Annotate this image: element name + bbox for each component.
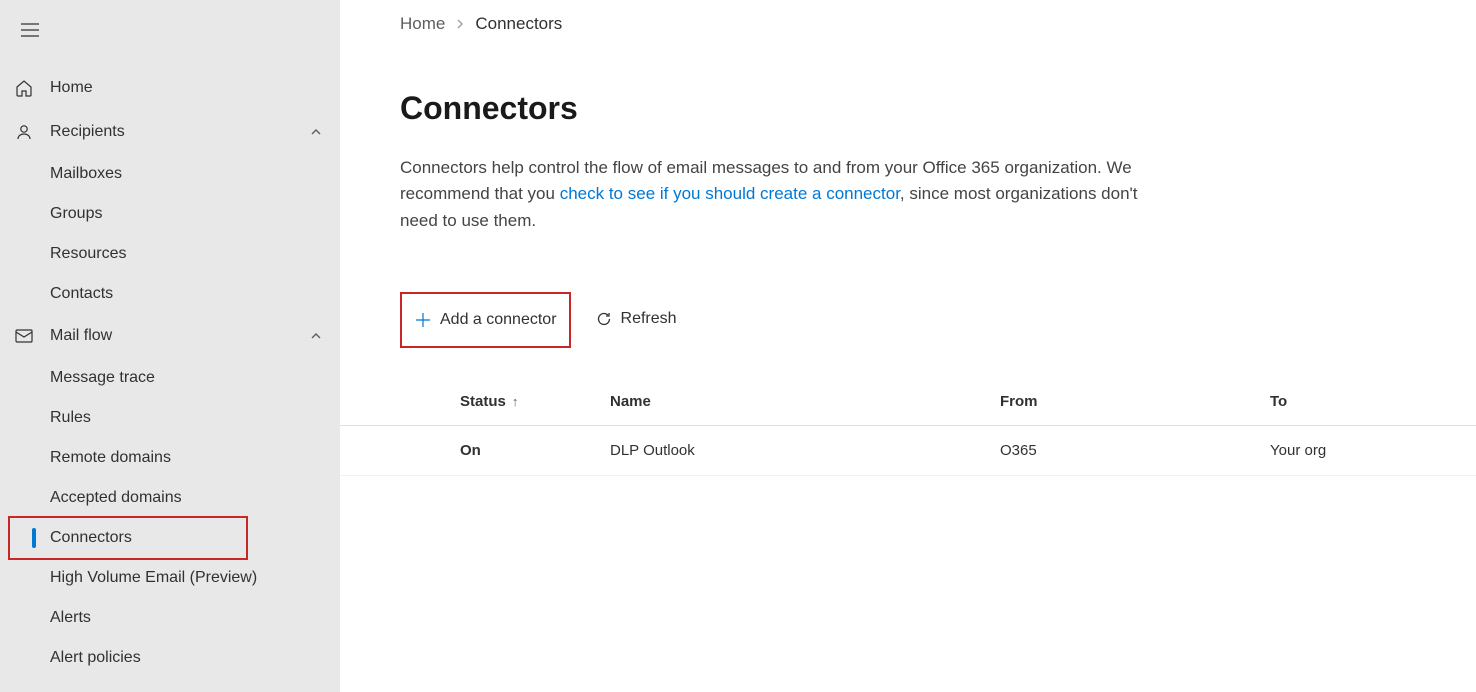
sidebar-sub-high-volume-email[interactable]: High Volume Email (Preview) xyxy=(0,558,340,598)
header-label: From xyxy=(1000,393,1038,410)
sidebar-sub-alerts[interactable]: Alerts xyxy=(0,598,340,638)
header-label: Status xyxy=(460,393,506,410)
col-header-from[interactable]: From xyxy=(1000,393,1270,410)
header-label: Name xyxy=(610,393,651,410)
add-connector-button[interactable]: Add a connector xyxy=(400,292,571,348)
nav-label: Groups xyxy=(50,205,102,223)
cell-from: O365 xyxy=(1000,442,1270,459)
cell-text: O365 xyxy=(1000,442,1037,459)
cell-text: On xyxy=(460,442,481,459)
sidebar-item-home[interactable]: Home xyxy=(0,66,340,110)
nav-label: Contacts xyxy=(50,285,113,303)
sidebar-sub-alert-policies[interactable]: Alert policies xyxy=(0,638,340,678)
sidebar-sub-message-trace[interactable]: Message trace xyxy=(0,358,340,398)
home-icon xyxy=(14,78,34,98)
nav-label: Connectors xyxy=(50,529,132,547)
col-header-name[interactable]: Name xyxy=(610,393,1000,410)
nav-label: Accepted domains xyxy=(50,489,182,507)
command-bar: Add a connector Refresh xyxy=(340,290,1476,348)
cell-text: Your org xyxy=(1270,442,1326,459)
desc-link[interactable]: check to see if you should create a conn… xyxy=(560,184,900,203)
sidebar-item-mailflow[interactable]: Mail flow xyxy=(0,314,340,358)
plus-icon xyxy=(414,311,432,329)
nav-label: Home xyxy=(50,79,326,97)
nav-label: Alerts xyxy=(50,609,91,627)
sidebar-item-recipients[interactable]: Recipients xyxy=(0,110,340,154)
sidebar-sub-remote-domains[interactable]: Remote domains xyxy=(0,438,340,478)
breadcrumb-current: Connectors xyxy=(475,14,562,34)
table-header-row: Status ↑ Name From To xyxy=(340,378,1476,426)
sidebar-sub-groups[interactable]: Groups xyxy=(0,194,340,234)
mail-icon xyxy=(14,326,34,346)
breadcrumb: Home Connectors xyxy=(400,14,1476,34)
sidebar-sub-contacts[interactable]: Contacts xyxy=(0,274,340,314)
nav-label: Rules xyxy=(50,409,91,427)
col-header-to[interactable]: To xyxy=(1270,393,1476,410)
nav-label: Alert policies xyxy=(50,649,141,667)
sidebar-sub-accepted-domains[interactable]: Accepted domains xyxy=(0,478,340,518)
cell-name: DLP Outlook xyxy=(610,442,1000,459)
nav-label: Message trace xyxy=(50,369,155,387)
nav-label: Resources xyxy=(50,245,126,263)
table-row[interactable]: On DLP Outlook O365 Your org xyxy=(340,426,1476,476)
connectors-table: Status ↑ Name From To On DLP Outlook O36… xyxy=(340,378,1476,476)
nav-label: Remote domains xyxy=(50,449,171,467)
cmd-label: Add a connector xyxy=(440,311,557,329)
sidebar: Home Recipients Mailboxes Groups Resourc… xyxy=(0,0,340,692)
chevron-up-icon xyxy=(306,330,326,342)
cell-to: Your org xyxy=(1270,442,1476,459)
main-content: Home Connectors Connectors Connectors he… xyxy=(340,0,1476,692)
sidebar-sub-rules[interactable]: Rules xyxy=(0,398,340,438)
nav-label: Recipients xyxy=(50,123,306,141)
nav-label: Mail flow xyxy=(50,327,306,345)
page-description: Connectors help control the flow of emai… xyxy=(400,155,1180,234)
cmd-label: Refresh xyxy=(621,310,677,328)
page-title: Connectors xyxy=(400,90,1476,127)
sidebar-sub-connectors[interactable]: Connectors xyxy=(10,518,246,558)
header-label: To xyxy=(1270,393,1287,410)
nav-label: Mailboxes xyxy=(50,165,122,183)
col-header-status[interactable]: Status ↑ xyxy=(460,393,610,410)
sidebar-sub-mailboxes[interactable]: Mailboxes xyxy=(0,154,340,194)
person-icon xyxy=(14,122,34,142)
chevron-right-icon xyxy=(455,14,465,34)
sidebar-sub-resources[interactable]: Resources xyxy=(0,234,340,274)
hamburger-button[interactable] xyxy=(6,8,54,52)
breadcrumb-home[interactable]: Home xyxy=(400,14,445,34)
nav-label: High Volume Email (Preview) xyxy=(50,569,257,587)
refresh-icon xyxy=(595,310,613,328)
chevron-up-icon xyxy=(306,126,326,138)
hamburger-icon xyxy=(21,23,39,37)
cell-text: DLP Outlook xyxy=(610,442,695,459)
refresh-button[interactable]: Refresh xyxy=(583,295,689,343)
sort-asc-icon: ↑ xyxy=(512,394,519,409)
cell-status: On xyxy=(460,442,610,459)
